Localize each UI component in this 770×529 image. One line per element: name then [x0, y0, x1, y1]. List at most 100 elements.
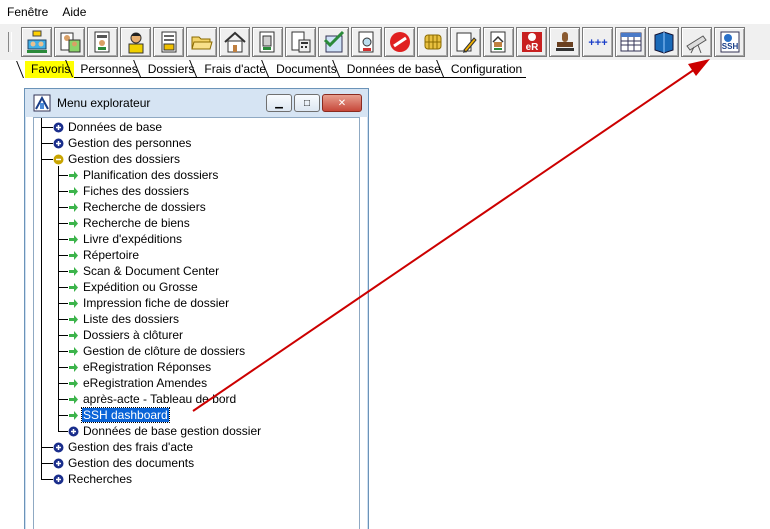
tree-node-ssh-dashboard[interactable]: SSH dashboard	[68, 407, 170, 423]
tree-label: Gestion des documents	[68, 456, 195, 470]
tree-node-expedition-grosse[interactable]: Expédition ou Grosse	[68, 279, 199, 295]
green-arrow-icon	[69, 170, 78, 180]
toolbar-button-person-doc[interactable]	[87, 27, 118, 57]
toolbar-button-house[interactable]	[219, 27, 250, 57]
tree-node-gestion-personnes[interactable]: Gestion des personnes	[53, 135, 192, 151]
toolbar-button-search-doc[interactable]	[351, 27, 382, 57]
toolbar-button-checklist[interactable]	[318, 27, 349, 57]
tab-frais-acte[interactable]: Frais d'acte	[198, 61, 271, 78]
book-icon	[654, 31, 673, 54]
toolbar-button-building-doc[interactable]	[252, 27, 283, 57]
minimize-button[interactable]: ▁	[266, 94, 292, 112]
toolbar-button-people-docs[interactable]	[54, 27, 85, 57]
green-arrow-icon	[69, 378, 78, 388]
close-button[interactable]: ✕	[322, 94, 362, 112]
tree-node-liste-dossiers[interactable]: Liste des dossiers	[68, 311, 180, 327]
menu-aide[interactable]: Aide	[61, 3, 87, 21]
toolbar-button-telescope[interactable]	[681, 27, 712, 57]
green-arrow-icon	[69, 298, 78, 308]
tree-node-recherche-biens[interactable]: Recherche de biens	[68, 215, 191, 231]
toolbar-buttons: eR +++ SSH	[21, 27, 747, 57]
toolbar-button-table[interactable]	[615, 27, 646, 57]
toolbar-button-pencil-doc[interactable]	[450, 27, 481, 57]
green-arrow-icon	[69, 250, 78, 260]
expand-plus-icon	[53, 122, 64, 132]
toolbar-grip-handle[interactable]	[4, 30, 14, 54]
explorer-title-bar[interactable]: Menu explorateur ▁ □ ✕	[25, 89, 368, 117]
green-arrow-icon	[69, 410, 78, 420]
green-arrow-icon	[69, 314, 78, 324]
tree-label: Fiches des dossiers	[83, 184, 190, 198]
toolbar-button-person[interactable]	[120, 27, 151, 57]
tree-node-recherches[interactable]: Recherches	[53, 471, 133, 487]
tree-label: Gestion des personnes	[68, 136, 192, 150]
minimize-icon: ▁	[275, 97, 283, 109]
tree-label: Recherche de biens	[83, 216, 190, 230]
toolbar-button-ssh-dashboard[interactable]: SSH	[714, 27, 745, 57]
explorer-tree-panel[interactable]: Données de base Gestion des personnes Ge…	[33, 117, 360, 529]
tree-node-recherche-dossiers[interactable]: Recherche de dossiers	[68, 199, 207, 215]
tab-configuration[interactable]: Configuration	[444, 61, 527, 78]
tree-node-impression-fiche[interactable]: Impression fiche de dossier	[68, 295, 230, 311]
eregistration-icon: eR	[521, 32, 542, 53]
tree-node-gestion-cloture[interactable]: Gestion de clôture de dossiers	[68, 343, 246, 359]
tree-node-gestion-frais[interactable]: Gestion des frais d'acte	[53, 439, 194, 455]
tree-node-eregistration-amendes[interactable]: eRegistration Amendes	[68, 375, 208, 391]
maximize-button[interactable]: □	[294, 94, 320, 112]
stamp-icon	[555, 32, 574, 51]
chip-card-icon	[424, 34, 441, 50]
toolbar-button-plus-plus[interactable]: +++	[582, 27, 613, 57]
toolbar-button-book[interactable]	[648, 27, 679, 57]
collapse-minus-icon	[53, 154, 64, 164]
tab-documents[interactable]: Documents	[270, 61, 341, 78]
expand-plus-icon	[53, 442, 64, 452]
green-arrow-icon	[69, 202, 78, 212]
toolbar-button-no-entry[interactable]	[384, 27, 415, 57]
tree-node-repertoire[interactable]: Répertoire	[68, 247, 140, 263]
tree-label: Impression fiche de dossier	[83, 296, 230, 310]
tree-label: Recherche de dossiers	[83, 200, 206, 214]
tree-node-dossiers-cloturer[interactable]: Dossiers à clôturer	[68, 327, 184, 343]
expand-plus-icon	[68, 426, 79, 436]
menu-fenetre[interactable]: Fenêtre	[6, 3, 49, 21]
app-window: Fenêtre Aide eR +++ SSH Favoris Personne…	[0, 0, 770, 529]
green-arrow-icon	[69, 394, 78, 404]
tree-node-gestion-dossiers[interactable]: Gestion des dossiers	[53, 151, 181, 167]
tree-label: Gestion des dossiers	[68, 152, 181, 166]
menu-bar: Fenêtre Aide	[0, 0, 770, 24]
green-arrow-icon	[69, 234, 78, 244]
building-doc-icon	[259, 31, 274, 53]
tab-donnees-base[interactable]: Données de base	[340, 61, 445, 78]
checklist-icon	[323, 30, 344, 53]
tree-node-fiches[interactable]: Fiches des dossiers	[68, 183, 190, 199]
toolbar-button-eregistration[interactable]: eR	[516, 27, 547, 57]
folder-doc-icon	[161, 31, 176, 53]
toolbar-button-stamp[interactable]	[549, 27, 580, 57]
tree-node-planification[interactable]: Planification des dossiers	[68, 167, 219, 183]
toolbar-button-network[interactable]	[21, 27, 52, 57]
tab-personnes[interactable]: Personnes	[74, 61, 142, 78]
tree-node-gestion-documents[interactable]: Gestion des documents	[53, 455, 195, 471]
tree-label: Répertoire	[83, 248, 140, 262]
toolbar-button-chip-card[interactable]	[417, 27, 448, 57]
tree-label: Recherches	[68, 472, 133, 486]
tree-node-scan-document-center[interactable]: Scan & Document Center	[68, 263, 220, 279]
tab-strip: Favoris Personnes Dossiers Frais d'acte …	[0, 60, 770, 78]
toolbar-button-calculator[interactable]	[285, 27, 316, 57]
tree-node-eregistration-reponses[interactable]: eRegistration Réponses	[68, 359, 212, 375]
tree-node-apres-acte[interactable]: après-acte - Tableau de bord	[68, 391, 237, 407]
people-docs-icon	[60, 32, 80, 53]
expand-plus-icon	[53, 458, 64, 468]
tree-label: Dossiers à clôturer	[83, 328, 184, 342]
tree-node-livre-expeditions[interactable]: Livre d'expéditions	[68, 231, 183, 247]
close-icon: ✕	[337, 97, 347, 109]
tree-node-donnees-base[interactable]: Données de base	[53, 119, 163, 135]
house-icon	[223, 31, 246, 53]
green-arrow-icon	[69, 362, 78, 372]
tree-node-donnees-base-gestion[interactable]: Données de base gestion dossier	[68, 423, 262, 439]
explorer-title: Menu explorateur	[57, 96, 151, 110]
toolbar-button-folder[interactable]	[186, 27, 217, 57]
toolbar-button-folder-doc[interactable]	[153, 27, 184, 57]
toolbar-button-house-doc[interactable]	[483, 27, 514, 57]
maximize-icon: □	[303, 97, 311, 109]
